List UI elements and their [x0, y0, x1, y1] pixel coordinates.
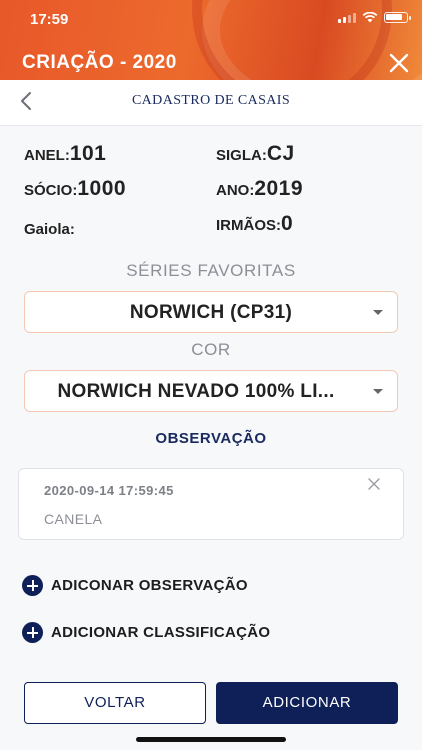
- irmaos-field: IRMÃOS:0: [216, 212, 293, 236]
- socio-value: 1000: [77, 177, 127, 200]
- ano-field: ANO:2019: [216, 177, 303, 201]
- remove-observation-icon[interactable]: [367, 477, 381, 491]
- plus-circle-icon: [22, 622, 43, 643]
- ano-value: 2019: [254, 177, 304, 200]
- add-classification-button[interactable]: ADICIONAR CLASSIFICAÇÃO: [22, 622, 270, 643]
- anel-label: ANEL:: [24, 147, 70, 164]
- irmaos-label: IRMÃOS:: [216, 217, 281, 234]
- irmaos-value: 0: [281, 212, 294, 235]
- cor-selected-value: NORWICH NEVADO 100% LI...: [57, 381, 335, 402]
- series-selected-value: NORWICH (CP31): [129, 302, 293, 323]
- add-classification-label: ADICIONAR CLASSIFICAÇÃO: [51, 624, 271, 641]
- cellular-signal-icon: [338, 12, 356, 23]
- add-observation-button[interactable]: ADICONAR OBSERVAÇÃO: [22, 575, 248, 596]
- back-button[interactable]: VOLTAR: [24, 682, 206, 724]
- cor-select[interactable]: NORWICH NEVADO 100% LI...: [24, 370, 398, 412]
- status-icons: [338, 12, 411, 23]
- app-header: 17:59 CRIAÇÃO - 2020: [0, 0, 422, 80]
- anel-field: ANEL:101: [24, 142, 106, 166]
- chevron-down-icon: [373, 389, 383, 394]
- add-observation-label: ADICONAR OBSERVAÇÃO: [51, 577, 248, 594]
- plus-circle-icon: [22, 575, 43, 596]
- chevron-down-icon: [373, 310, 383, 315]
- anel-value: 101: [69, 142, 107, 165]
- socio-field: SÓCIO:1000: [24, 177, 126, 201]
- series-select[interactable]: NORWICH (CP31): [24, 291, 398, 333]
- gaiola-label: Gaiola:: [24, 221, 75, 238]
- gaiola-field: Gaiola:: [24, 216, 75, 240]
- sigla-label: SIGLA:: [216, 147, 267, 164]
- cor-label: COR: [191, 340, 231, 359]
- observation-card: 2020-09-14 17:59:45 CANELA: [18, 468, 404, 540]
- series-label: SÉRIES FAVORITAS: [126, 261, 296, 280]
- status-time: 17:59: [30, 11, 69, 28]
- sigla-value: CJ: [266, 142, 295, 165]
- ano-label: ANO:: [216, 182, 255, 199]
- sigla-field: SIGLA:CJ: [216, 142, 295, 166]
- observation-date: 2020-09-14 17:59:45: [44, 483, 174, 498]
- socio-label: SÓCIO:: [24, 182, 78, 199]
- battery-icon: [384, 12, 411, 23]
- wifi-icon: [362, 12, 378, 23]
- close-icon[interactable]: [388, 52, 410, 74]
- page-title: CRIAÇÃO - 2020: [22, 52, 177, 73]
- observation-title: OBSERVAÇÃO: [155, 430, 267, 447]
- screen-title: CADASTRO DE CASAIS: [131, 93, 291, 108]
- navigation-bar: CADASTRO DE CASAIS: [0, 80, 422, 126]
- home-indicator: [136, 737, 286, 742]
- add-button[interactable]: ADICIONAR: [216, 682, 398, 724]
- observation-text: CANELA: [44, 511, 103, 527]
